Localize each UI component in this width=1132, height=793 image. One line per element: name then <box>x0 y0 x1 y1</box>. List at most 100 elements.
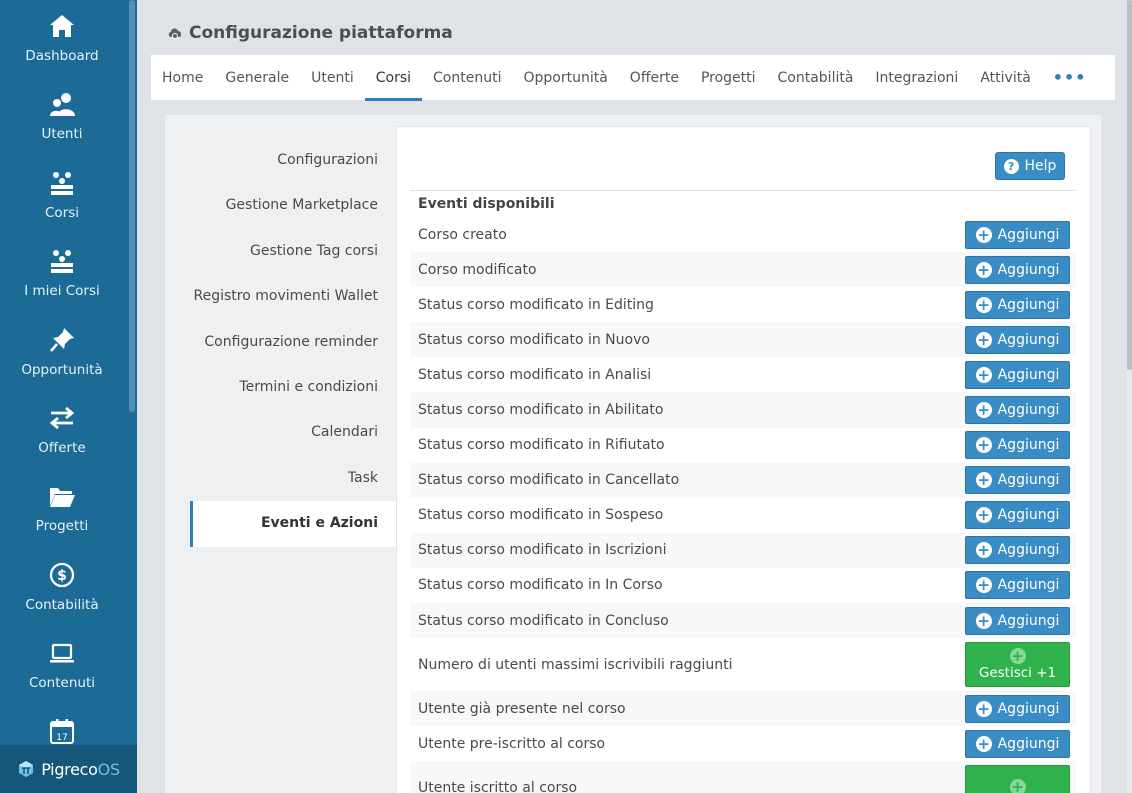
plus-circle-icon: + <box>975 699 992 718</box>
add-button[interactable]: + Aggiungi <box>965 729 1070 758</box>
add-button[interactable]: + Aggiungi <box>965 501 1070 530</box>
exchange-icon <box>0 404 124 436</box>
submenu-item-registro-movimenti-wallet[interactable]: Registro movimenti Wallet <box>165 274 396 319</box>
add-button[interactable]: + Aggiungi <box>965 571 1070 600</box>
event-row: Utente iscritto al corso + <box>410 761 1076 793</box>
users-icon <box>0 90 124 122</box>
event-row: Status corso modificato in Rifiutato + Agg… <box>410 428 1076 463</box>
event-row: Status corso modificato in Editing + Aggiu… <box>410 287 1076 322</box>
dollar-circle-icon: $ <box>0 561 124 593</box>
help-button[interactable]: ? Help <box>995 152 1065 180</box>
sidebar-item-corsi[interactable]: Corsi <box>0 163 124 239</box>
submenu-item-configurazione-reminder[interactable]: Configurazione reminder <box>165 320 396 365</box>
settings-submenu: Configurazioni Gestione Marketplace Gest… <box>165 138 396 547</box>
add-button-label: Aggiungi <box>997 542 1060 559</box>
sidebar-item-contenuti[interactable]: Contenuti <box>0 633 124 709</box>
event-label: Status corso modificato in Sospeso <box>418 507 664 524</box>
add-button-label: Aggiungi <box>997 437 1060 454</box>
sidebar-item-offerte[interactable]: Offerte <box>0 398 124 474</box>
tab-attivita[interactable]: Attività <box>969 55 1041 101</box>
sidebar-item-progetti[interactable]: Progetti <box>0 476 124 552</box>
plus-circle-icon: + <box>975 734 992 753</box>
sidebar-item-contabilita[interactable]: $ Contabilità <box>0 555 124 631</box>
laptop-icon <box>0 639 124 671</box>
events-panel: ? Help Eventi disponibili Corso creato + A… <box>396 126 1091 793</box>
sidebar-scrollbar[interactable] <box>129 0 135 412</box>
tab-more-icon[interactable]: ••• <box>1042 55 1098 101</box>
add-button[interactable]: + Aggiungi <box>965 360 1070 389</box>
add-button[interactable]: + Aggiungi <box>965 536 1070 565</box>
page-scrollbar[interactable] <box>1127 0 1132 793</box>
sidebar-item-label: Offerte <box>38 440 86 456</box>
add-button-label: Aggiungi <box>997 612 1060 629</box>
events-list: Eventi disponibili Corso creato + Aggiungi… <box>410 190 1076 793</box>
tab-generale[interactable]: Generale <box>214 55 300 101</box>
tab-offerte[interactable]: Offerte <box>619 55 690 101</box>
event-row: Status corso modificato in Analisi + Aggiu… <box>410 357 1076 392</box>
sidebar-item-label: Corsi <box>44 205 80 221</box>
event-label: Status corso modificato in In Corso <box>418 577 663 594</box>
sidebar-item-label: Opportunità <box>21 362 103 378</box>
submenu-item-gestione-marketplace[interactable]: Gestione Marketplace <box>165 183 396 228</box>
tab-integrazioni[interactable]: Integrazioni <box>864 55 969 101</box>
event-row: Status corso modificato in Abilitato + Agg… <box>410 392 1076 428</box>
event-label: Status corso modificato in Abilitato <box>418 402 664 419</box>
submenu-item-task[interactable]: Task <box>165 456 396 501</box>
svg-text:$: $ <box>57 568 67 584</box>
pigreco-logo-icon <box>19 761 34 777</box>
manage-button-label: Gestisci +1 <box>978 665 1057 682</box>
plus-circle-icon: + <box>975 295 992 314</box>
tab-contenuti[interactable]: Contenuti <box>422 55 512 101</box>
sidebar-item-label: Progetti <box>35 518 89 534</box>
sidebar-item-opportunita[interactable]: Opportunità <box>0 320 124 396</box>
sidebar-item-i-miei-corsi[interactable]: I miei Corsi <box>0 241 124 317</box>
tab-corsi[interactable]: Corsi <box>364 55 423 101</box>
brand-name: PigrecoOS <box>41 759 120 779</box>
add-button[interactable]: + Aggiungi <box>965 396 1070 425</box>
event-row: Numero di utenti massimi iscrivibili rag… <box>410 638 1076 691</box>
add-button[interactable]: + Aggiungi <box>965 431 1070 460</box>
manage-button[interactable]: + Gestisci +1 <box>965 642 1070 688</box>
submenu-item-configurazioni[interactable]: Configurazioni <box>165 138 396 183</box>
submenu-item-gestione-tag-corsi[interactable]: Gestione Tag corsi <box>165 229 396 274</box>
plus-circle-icon: + <box>975 260 992 279</box>
add-button[interactable]: + Aggiungi <box>965 694 1070 723</box>
tab-contabilita[interactable]: Contabilità <box>767 55 865 101</box>
plus-circle-icon: + <box>975 576 992 595</box>
tab-opportunita[interactable]: Opportunità <box>512 55 618 101</box>
tab-progetti[interactable]: Progetti <box>690 55 767 101</box>
plus-circle-icon: + <box>975 506 992 525</box>
plus-circle-icon: + <box>1009 779 1026 793</box>
tab-home[interactable]: Home <box>151 55 214 101</box>
sidebar-item-utenti[interactable]: Utenti <box>0 84 124 160</box>
add-button[interactable]: + Aggiungi <box>965 325 1070 354</box>
submenu-item-calendari[interactable]: Calendari <box>165 410 396 455</box>
page-scrollbar-thumb[interactable] <box>1127 0 1132 370</box>
add-button[interactable]: + Aggiungi <box>965 255 1070 284</box>
add-button-label: Aggiungi <box>997 577 1060 594</box>
plus-circle-icon: + <box>975 541 992 560</box>
sidebar-item-dashboard[interactable]: Dashboard <box>0 6 124 82</box>
classroom-icon <box>0 247 124 279</box>
add-button[interactable]: + Aggiungi <box>965 290 1070 319</box>
add-button-label: Aggiungi <box>997 735 1060 752</box>
add-button[interactable]: + Aggiungi <box>965 466 1070 495</box>
event-label: Numero di utenti massimi iscrivibili rag… <box>418 656 733 673</box>
event-label: Corso creato <box>418 226 507 243</box>
event-label: Utente pre-iscritto al corso <box>418 735 606 752</box>
submenu-item-termini-e-condizioni[interactable]: Termini e condizioni <box>165 365 396 410</box>
event-label: Status corso modificato in Editing <box>418 296 654 313</box>
event-label: Status corso modificato in Cancellato <box>418 472 680 489</box>
submenu-item-eventi-e-azioni[interactable]: Eventi e Azioni <box>190 501 396 547</box>
tab-utenti[interactable]: Utenti <box>300 55 365 101</box>
plus-circle-icon: + <box>975 225 992 244</box>
event-row: Corso creato + Aggiungi <box>410 217 1076 252</box>
sidebar-item-label: Dashboard <box>25 48 99 64</box>
home-icon <box>0 12 124 44</box>
event-row: Status corso modificato in Cancellato + Ag… <box>410 462 1076 498</box>
event-label: Status corso modificato in Nuovo <box>418 331 650 348</box>
manage-button[interactable]: + <box>965 765 1070 793</box>
plus-circle-icon: + <box>975 365 992 384</box>
add-button[interactable]: + Aggiungi <box>965 606 1070 635</box>
add-button[interactable]: + Aggiungi <box>965 220 1070 249</box>
